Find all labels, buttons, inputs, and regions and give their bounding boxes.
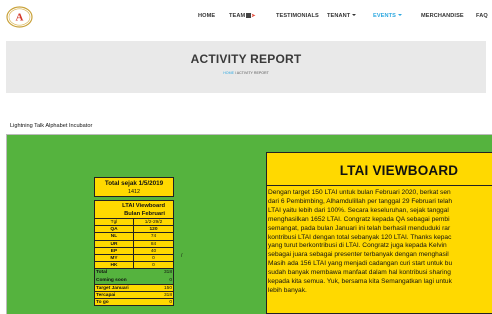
viewboard-table-header: LTAI Viewboard Bulan Februari [95, 201, 173, 219]
chevron-down-icon [397, 14, 402, 16]
viewboard-panel-header: LTAI VIEWBOARD [267, 153, 492, 186]
page-banner: ACTIVITY REPORT HOME / ACTIVITY REPORT [6, 41, 486, 93]
nav-merchandise[interactable]: MERCHANDISE [421, 13, 464, 19]
total-since-label: Total sejak 1/5/2019 [104, 180, 164, 187]
table-header-row: Tgl 1/2-29/2 [95, 219, 173, 227]
panel-text-line: menghasilkan 1652 LTAI. Congratz kepada … [268, 215, 450, 223]
nav-team[interactable]: TEAM ➤ [229, 13, 256, 19]
chevron-down-icon [352, 14, 357, 16]
row-label: UR [95, 240, 135, 247]
table-row: HK 0 [95, 262, 173, 270]
row-value: 0 [152, 263, 155, 269]
summary-value: 318 [163, 270, 172, 276]
breadcrumb: HOME / ACTIVITY REPORT [6, 71, 486, 75]
viewboard-panel: LTAI VIEWBOARD Dengan target 150 LTAI un… [266, 152, 492, 314]
nav-faq[interactable]: FAQ [476, 13, 488, 19]
page-title: ACTIVITY REPORT [190, 52, 302, 66]
top-navbar: A HOME TEAM ➤ TESTIMONIALS TENANT EVENTS … [0, 0, 492, 34]
panel-text-line: Masih ada 156 LTAI yang menjadi cadangan… [268, 260, 453, 268]
panel-text-line: kontribusi LTAI dengan total sebanyak 12… [268, 233, 452, 241]
table-row: EP 40 [95, 247, 173, 255]
panel-text-line: yang turut berkontribusi di LTAI. Congra… [268, 242, 447, 250]
row-value: 120 [149, 227, 158, 233]
viewboard-panel-body: Dengan target 150 LTAI untuk bulan Febru… [267, 187, 492, 314]
nav-testimonials[interactable]: TESTIMONIALS [276, 13, 319, 19]
row-value: 0 [152, 255, 155, 261]
table-row: NL 74 [95, 233, 173, 241]
panel-text-line: lebih banyak. [268, 286, 307, 294]
summary-label: Total [96, 270, 108, 276]
breadcrumb-current: / ACTIVITY REPORT [233, 71, 269, 75]
panel-text-line: sebagai juara sebagai presenter terbanya… [268, 251, 449, 259]
panel-text-line: dari 6 Pembimbing, Alhamdulillah per tan… [268, 197, 453, 205]
table-row: QA 120 [95, 226, 173, 234]
summary-value: 318 [163, 292, 172, 298]
breadcrumb-home-link[interactable]: HOME [223, 71, 234, 75]
summary-value: 0 [169, 277, 172, 283]
total-since-value: 1412 [128, 189, 140, 195]
summary-label: Tercapai [96, 292, 116, 298]
nav-tenant-label: TENANT [327, 13, 351, 19]
row-label: EP [95, 247, 135, 254]
summary-value: 0 [169, 300, 172, 306]
summary-row-coming-soon: Coming soon 0 [95, 276, 173, 284]
row-label: QA [95, 226, 135, 233]
nav-team-label: TEAM [229, 13, 246, 19]
row-label: NL [95, 233, 135, 240]
summary-row-to-go: To go 0 [95, 298, 173, 306]
table-row: UR 84 [95, 240, 173, 248]
panel-text-line: Dengan target 150 LTAI untuk bulan Febru… [268, 189, 451, 196]
row-value: 84 [150, 241, 157, 247]
summary-row-total: Total 318 [95, 269, 173, 277]
row-label: MY [95, 254, 135, 262]
summary-value: 150 [163, 285, 172, 291]
summary-row-target: Target Januari 150 [95, 283, 173, 291]
column-header: 1/2-29/2 [144, 220, 163, 225]
summary-label: Target Januari [96, 285, 129, 291]
viewboard-table-title: LTAI Viewboard [122, 203, 165, 209]
row-value: 40 [150, 248, 157, 254]
summary-label: To go [96, 300, 109, 306]
nav-home[interactable]: HOME [198, 13, 215, 19]
row-label: HK [95, 262, 135, 269]
panel-text-line: semangat, pada bulan Januari ini telah b… [268, 224, 451, 232]
panel-text-line: kepada kita semua. Yuk, bersama kita Sem… [268, 278, 452, 286]
rocket-icon: ➤ [251, 13, 256, 19]
panel-text-line: sudah banyak membawa manfaat dalam hal k… [268, 269, 451, 277]
stray-slash-mark: / [181, 253, 183, 259]
summary-label: Coming soon [96, 277, 127, 283]
column-header: Tgl [95, 219, 135, 226]
nav-tenant[interactable]: TENANT [327, 13, 357, 19]
row-value: 74 [150, 234, 157, 240]
viewboard-table-subtitle: Bulan Februari [124, 211, 165, 217]
viewboard-table: LTAI Viewboard Bulan Februari Tgl 1/2-29… [94, 200, 174, 307]
nav-events-label: EVENTS [373, 13, 396, 19]
nav-events[interactable]: EVENTS [373, 13, 402, 19]
table-row: MY 0 [95, 254, 173, 263]
summary-row-achieved: Tercapai 318 [95, 290, 173, 299]
total-since-box: Total sejak 1/5/2019 1412 [94, 177, 174, 197]
embedded-frame-title: Lightning Talk Alphabet Incubator [10, 123, 93, 129]
viewboard-panel-title: LTAI VIEWBOARD [339, 163, 459, 178]
panel-text-line: LTAI yaitu lebih dari 100%. Secara kesel… [268, 206, 449, 214]
